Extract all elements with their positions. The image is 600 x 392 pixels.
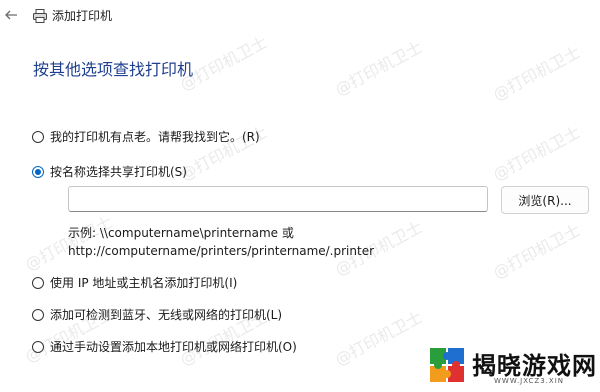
page-title: 按其他选项查找打印机 bbox=[33, 60, 194, 79]
browse-button[interactable]: 浏览(R)... bbox=[501, 186, 589, 214]
option-manual-local-network[interactable]: 通过手动设置添加本地打印机或网络打印机(O) bbox=[32, 338, 297, 355]
watermark: @打印机卫士 bbox=[331, 37, 426, 100]
option-ip-hostname[interactable]: 使用 IP 地址或主机名添加打印机(I) bbox=[32, 274, 237, 291]
watermark: @打印机卫士 bbox=[489, 42, 584, 105]
back-button[interactable] bbox=[2, 6, 20, 24]
logo-domain: WWW.JXCZ3.XIN bbox=[494, 377, 564, 385]
radio-button-selected[interactable] bbox=[32, 165, 44, 178]
logo-text: 揭晓游戏网 bbox=[472, 352, 597, 380]
radio-button[interactable] bbox=[32, 340, 44, 353]
watermark: @打印机卫士 bbox=[331, 307, 426, 370]
option-bluetooth-wireless-network[interactable]: 添加可检测到蓝牙、无线或网络的打印机(L) bbox=[32, 306, 282, 323]
window-title: 添加打印机 bbox=[52, 9, 113, 23]
option-label: 使用 IP 地址或主机名添加打印机(I) bbox=[50, 276, 238, 290]
example-line-2: http://computername/printers/printername… bbox=[68, 244, 375, 258]
radio-button[interactable] bbox=[32, 276, 44, 289]
site-logo: 揭晓游戏网 WWW.JXCZ3.XIN bbox=[424, 340, 600, 392]
example-text: 示例: \\computername\printername 或 http://… bbox=[68, 224, 374, 260]
example-line-1: 示例: \\computername\printername 或 bbox=[68, 226, 294, 240]
option-label: 按名称选择共享打印机(S) bbox=[50, 165, 187, 179]
title-bar: 添加打印机 bbox=[0, 0, 600, 32]
radio-button[interactable] bbox=[32, 130, 44, 143]
option-printer-older[interactable]: 我的打印机有点老。请帮我找到它。(R) bbox=[32, 128, 260, 145]
option-label: 通过手动设置添加本地打印机或网络打印机(O) bbox=[50, 340, 297, 354]
option-select-shared-by-name[interactable]: 按名称选择共享打印机(S) bbox=[32, 163, 187, 180]
printer-icon bbox=[33, 9, 47, 23]
option-label: 添加可检测到蓝牙、无线或网络的打印机(L) bbox=[50, 308, 283, 322]
radio-button[interactable] bbox=[32, 308, 44, 321]
shared-printer-name-input[interactable] bbox=[68, 186, 488, 212]
watermark: @打印机卫士 bbox=[489, 220, 584, 283]
option-label: 我的打印机有点老。请帮我找到它。(R) bbox=[50, 130, 260, 144]
puzzle-logo-icon bbox=[430, 348, 464, 382]
watermark: @打印机卫士 bbox=[489, 122, 584, 185]
back-arrow-icon bbox=[5, 10, 17, 20]
